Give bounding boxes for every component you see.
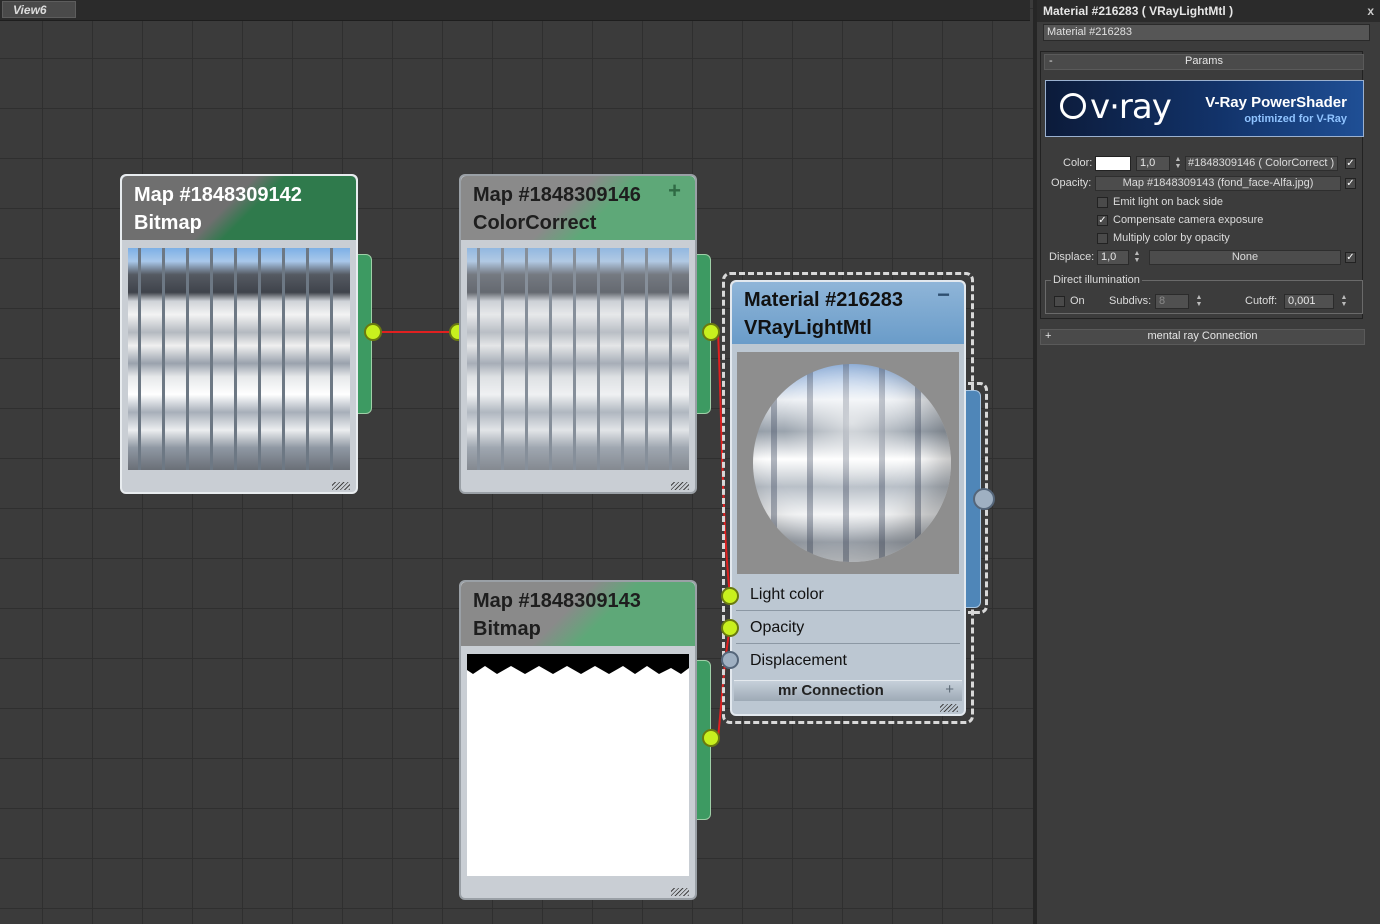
displace-map-checkbox[interactable]: ✓: [1345, 252, 1356, 263]
slot-displacement[interactable]: Displacement: [736, 646, 960, 676]
color-label: Color:: [1063, 157, 1093, 169]
colorcorrect-title: Map #1848309146: [473, 184, 641, 206]
vray-banner: v·ray V-Ray PowerShader optimized for V-…: [1045, 80, 1364, 137]
color-multiplier-field[interactable]: 1,0: [1136, 156, 1170, 171]
multiply-label: Multiply color by opacity: [1113, 232, 1230, 244]
color-multiplier-spinner[interactable]: ▲ ▼: [1174, 156, 1182, 171]
opacity-map-button[interactable]: Map #1848309143 (fond_face-Alfa.jpg): [1095, 176, 1341, 191]
colorcorrect-expand-icon[interactable]: +: [668, 178, 681, 204]
material-title: Material #216283: [744, 289, 904, 311]
color-map-checkbox[interactable]: ✓: [1345, 158, 1356, 169]
params-rollout-header[interactable]: - Params: [1044, 54, 1364, 70]
panel-title: Material #216283 ( VRayLightMtl ) x: [1037, 0, 1380, 22]
displacement-socket[interactable]: [721, 651, 739, 669]
slot-opacity[interactable]: Opacity: [736, 613, 960, 644]
bitmap1-thumbnail: [128, 248, 350, 470]
colorcorrect-node[interactable]: Map #1848309146 ColorCorrect +: [459, 174, 697, 494]
alpha-mask-image: [467, 654, 689, 674]
cutoff-label: Cutoff:: [1245, 295, 1278, 307]
color-map-button[interactable]: #1848309146 ( ColorCorrect ): [1185, 156, 1338, 171]
compensate-checkbox[interactable]: ✓: [1097, 215, 1108, 226]
direct-illumination-label: Direct illumination: [1051, 274, 1142, 286]
material-parameter-panel: Material #216283 ( VRayLightMtl ) x Mate…: [1037, 0, 1380, 924]
bitmap2-title: Map #1848309143: [473, 590, 641, 612]
emit-back-label: Emit light on back side: [1113, 196, 1224, 208]
bitmap1-node[interactable]: Map #1848309142 Bitmap: [120, 174, 358, 494]
bitmap1-resize-grip[interactable]: [332, 482, 350, 490]
bitmap2-header: Map #1848309143 Bitmap: [461, 582, 695, 646]
bitmap2-resize-grip[interactable]: [671, 888, 689, 896]
opacity-label: Opacity:: [1051, 177, 1092, 189]
slot-light-color[interactable]: Light color: [736, 580, 960, 611]
subdivs-field[interactable]: 8: [1155, 294, 1189, 309]
bitmap2-node[interactable]: Map #1848309143 Bitmap: [459, 580, 697, 900]
mental-ray-rollout-header[interactable]: + mental ray Connection: [1040, 329, 1365, 345]
displace-amount-field[interactable]: 1,0: [1097, 250, 1129, 265]
colorcorrect-resize-grip[interactable]: [671, 482, 689, 490]
opacity-socket[interactable]: [721, 619, 739, 637]
material-output-socket[interactable]: [973, 488, 995, 510]
cutoff-field[interactable]: 0,001: [1284, 294, 1334, 309]
bitmap2-thumbnail: [467, 654, 689, 876]
vray-logo-icon: [1060, 93, 1086, 119]
bitmap1-type: Bitmap: [134, 212, 202, 234]
node-editor-view[interactable]: View6 Map #1848309142 Bitmap Map #184830…: [0, 0, 1033, 924]
opacity-map-checkbox[interactable]: ✓: [1345, 178, 1356, 189]
mental-ray-expand-icon: +: [1045, 330, 1052, 342]
bitmap2-type: Bitmap: [473, 618, 541, 640]
displace-label: Displace:: [1049, 251, 1095, 263]
vray-banner-subtitle: optimized for V-Ray: [1244, 113, 1347, 125]
slot-opacity-label: Opacity: [750, 619, 805, 636]
bitmap1-output-socket[interactable]: [364, 323, 382, 341]
slot-light-color-label: Light color: [750, 586, 824, 603]
direct-illumination-on-label: On: [1070, 295, 1085, 307]
color-swatch[interactable]: [1095, 156, 1131, 171]
subdivs-label: Subdivs:: [1109, 295, 1152, 307]
material-type: VRayLightMtl: [744, 317, 872, 339]
colorcorrect-header: Map #1848309146 ColorCorrect +: [461, 176, 695, 240]
mental-ray-rollout-label: mental ray Connection: [1147, 330, 1258, 342]
material-header: Material #216283 VRayLightMtl −: [732, 282, 964, 344]
mr-connection-bar[interactable]: mr Connection +: [734, 680, 962, 701]
multiply-checkbox[interactable]: [1097, 233, 1108, 244]
light-color-socket[interactable]: [721, 587, 739, 605]
panel-title-text: Material #216283 ( VRayLightMtl ): [1043, 4, 1234, 18]
material-preview: [737, 352, 959, 574]
mr-connection-label: mr Connection: [778, 682, 884, 699]
bitmap1-title: Map #1848309142: [134, 184, 302, 206]
close-icon[interactable]: x: [1367, 0, 1374, 22]
bitmap1-header: Map #1848309142 Bitmap: [122, 176, 356, 240]
colorcorrect-type: ColorCorrect: [473, 212, 597, 234]
colorcorrect-output-socket[interactable]: [702, 323, 720, 341]
vray-banner-title: V-Ray PowerShader: [1205, 94, 1347, 111]
colorcorrect-thumbnail: [467, 248, 689, 470]
subdivs-spinner[interactable]: ▲ ▼: [1195, 294, 1203, 309]
bitmap2-output-socket[interactable]: [702, 729, 720, 747]
direct-illumination-on-checkbox[interactable]: [1054, 296, 1065, 307]
slot-displacement-label: Displacement: [750, 652, 847, 669]
mr-connection-plus-icon[interactable]: +: [945, 681, 954, 698]
material-collapse-icon[interactable]: −: [937, 282, 950, 308]
material-name-field[interactable]: Material #216283: [1043, 24, 1370, 41]
vray-logo-text: v·ray: [1090, 87, 1172, 127]
cutoff-spinner[interactable]: ▲ ▼: [1340, 294, 1348, 309]
material-preview-sphere: [753, 364, 951, 562]
displace-map-button[interactable]: None: [1149, 250, 1341, 265]
emit-back-checkbox[interactable]: [1097, 197, 1108, 208]
params-collapse-icon: -: [1049, 55, 1053, 67]
compensate-label: Compensate camera exposure: [1113, 214, 1264, 226]
material-node[interactable]: Material #216283 VRayLightMtl − Light co…: [730, 280, 966, 716]
displace-amount-spinner[interactable]: ▲ ▼: [1133, 250, 1141, 265]
params-rollout-label: Params: [1185, 55, 1223, 67]
material-resize-grip[interactable]: [940, 704, 958, 712]
